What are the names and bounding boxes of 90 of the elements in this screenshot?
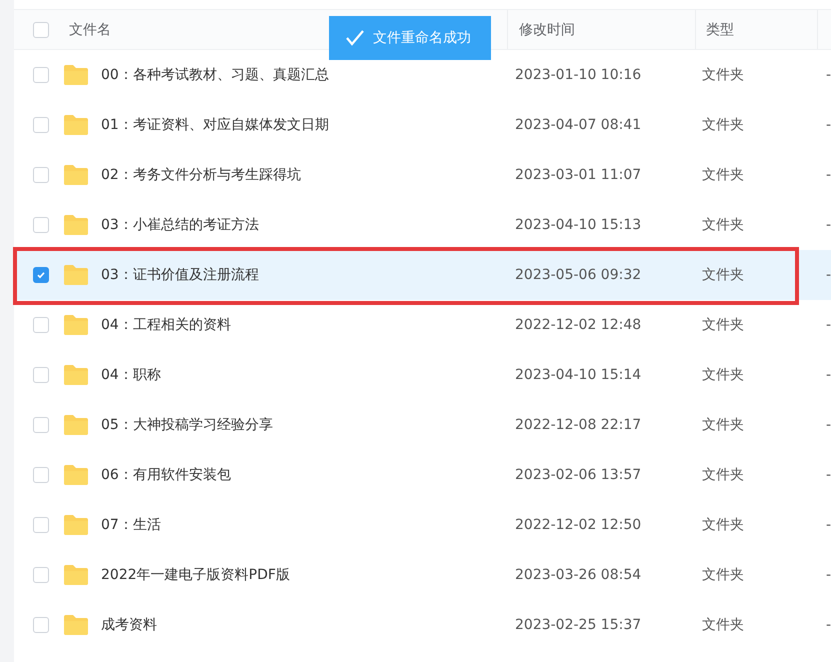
file-size: - [826, 567, 831, 583]
modified-time: 2022-12-08 22:17 [515, 417, 642, 433]
file-size: - [826, 217, 831, 233]
row-checkbox[interactable] [33, 67, 49, 83]
folder-icon [63, 164, 89, 186]
file-type: 文件夹 [702, 266, 744, 284]
folder-icon [63, 414, 89, 436]
file-name[interactable]: 02：考务文件分析与考生踩得坑 [101, 166, 301, 184]
column-header[interactable]: 文件名 [69, 20, 111, 38]
row-checkbox[interactable] [33, 267, 49, 283]
folder-icon [63, 564, 89, 586]
row-checkbox[interactable] [33, 367, 49, 383]
file-row[interactable]: 06：有用软件安装包 2023-02-06 13:57 文件夹 - [14, 450, 831, 500]
file-name[interactable]: 04：职称 [101, 366, 161, 384]
file-type: 文件夹 [702, 466, 744, 484]
file-row[interactable]: 00：各种考试教材、习题、真题汇总 2023-01-10 10:16 文件夹 - [14, 50, 831, 100]
file-size: - [826, 367, 831, 383]
file-row[interactable]: 2022年一建电子版资料PDF版 2023-03-26 08:54 文件夹 - [14, 550, 831, 600]
file-size: - [826, 517, 831, 533]
folder-icon [63, 614, 89, 636]
column-header[interactable]: 修改时间 [519, 20, 575, 38]
file-name[interactable]: 04：工程相关的资料 [101, 316, 231, 334]
modified-time: 2023-01-10 10:16 [515, 67, 642, 83]
file-size: - [826, 167, 831, 183]
file-row[interactable]: 04：职称 2023-04-10 15:14 文件夹 - [14, 350, 831, 400]
folder-icon [63, 114, 89, 136]
row-checkbox[interactable] [33, 467, 49, 483]
file-size: - [826, 267, 831, 283]
modified-time: 2023-04-10 15:13 [515, 217, 642, 233]
file-name[interactable]: 00：各种考试教材、习题、真题汇总 [101, 66, 329, 84]
file-name[interactable]: 03：小崔总结的考证方法 [101, 216, 259, 234]
modified-time: 2023-02-06 13:57 [515, 467, 642, 483]
file-type: 文件夹 [702, 116, 744, 134]
folder-icon [63, 214, 89, 236]
row-checkbox[interactable] [33, 567, 49, 583]
modified-time: 2023-04-10 15:14 [515, 367, 642, 383]
folder-icon [63, 464, 89, 486]
folder-icon [63, 514, 89, 536]
file-type: 文件夹 [702, 316, 744, 334]
file-type: 文件夹 [702, 566, 744, 584]
file-row[interactable]: 02：考务文件分析与考生踩得坑 2023-03-01 11:07 文件夹 - [14, 150, 831, 200]
modified-time: 2023-05-06 09:32 [515, 267, 642, 283]
select-all-checkbox[interactable] [33, 22, 49, 38]
file-type: 文件夹 [702, 216, 744, 234]
file-size: - [826, 117, 831, 133]
file-size: - [826, 467, 831, 483]
row-checkbox[interactable] [33, 167, 49, 183]
check-icon [345, 29, 365, 47]
toast-message: 文件重命名成功 [373, 29, 471, 47]
row-checkbox[interactable] [33, 317, 49, 333]
row-checkbox[interactable] [33, 117, 49, 133]
file-row[interactable]: 01：考证资料、对应自媒体发文日期 2023-04-07 08:41 文件夹 - [14, 100, 831, 150]
folder-icon [63, 364, 89, 386]
file-row[interactable]: 07：生活 2022-12-02 12:50 文件夹 - [14, 500, 831, 550]
modified-time: 2023-02-25 15:37 [515, 617, 642, 633]
file-type: 文件夹 [702, 416, 744, 434]
file-name[interactable]: 01：考证资料、对应自媒体发文日期 [101, 116, 329, 134]
modified-time: 2022-12-02 12:48 [515, 317, 642, 333]
file-name[interactable]: 07：生活 [101, 516, 161, 534]
file-name[interactable]: 05：大神投稿学习经验分享 [101, 416, 273, 434]
file-type: 文件夹 [702, 616, 744, 634]
file-type: 文件夹 [702, 366, 744, 384]
file-row[interactable]: 04：工程相关的资料 2022-12-02 12:48 文件夹 - [14, 300, 831, 350]
file-row[interactable]: 03：小崔总结的考证方法 2023-04-10 15:13 文件夹 - [14, 200, 831, 250]
file-row[interactable]: 成考资料 2023-02-25 15:37 文件夹 - [14, 600, 831, 650]
file-name[interactable]: 成考资料 [101, 616, 157, 634]
modified-time: 2023-03-26 08:54 [515, 567, 642, 583]
file-size: - [826, 67, 831, 83]
file-name[interactable]: 03：证书价值及注册流程 [101, 266, 259, 284]
file-size: - [826, 617, 831, 633]
file-size: - [826, 317, 831, 333]
file-size: - [826, 417, 831, 433]
check-icon [36, 270, 46, 280]
file-row[interactable]: 05：大神投稿学习经验分享 2022-12-08 22:17 文件夹 - [14, 400, 831, 450]
modified-time: 2023-04-07 08:41 [515, 117, 642, 133]
file-type: 文件夹 [702, 66, 744, 84]
folder-icon [63, 314, 89, 336]
row-checkbox[interactable] [33, 517, 49, 533]
column-header[interactable]: 类型 [706, 20, 734, 38]
modified-time: 2022-12-02 12:50 [515, 517, 642, 533]
row-checkbox[interactable] [33, 417, 49, 433]
folder-icon [63, 264, 89, 286]
folder-icon [63, 64, 89, 86]
row-checkbox[interactable] [33, 617, 49, 633]
file-type: 文件夹 [702, 516, 744, 534]
file-type: 文件夹 [702, 166, 744, 184]
modified-time: 2023-03-01 11:07 [515, 167, 642, 183]
file-name[interactable]: 06：有用软件安装包 [101, 466, 231, 484]
row-checkbox[interactable] [33, 217, 49, 233]
file-name[interactable]: 2022年一建电子版资料PDF版 [101, 566, 290, 584]
